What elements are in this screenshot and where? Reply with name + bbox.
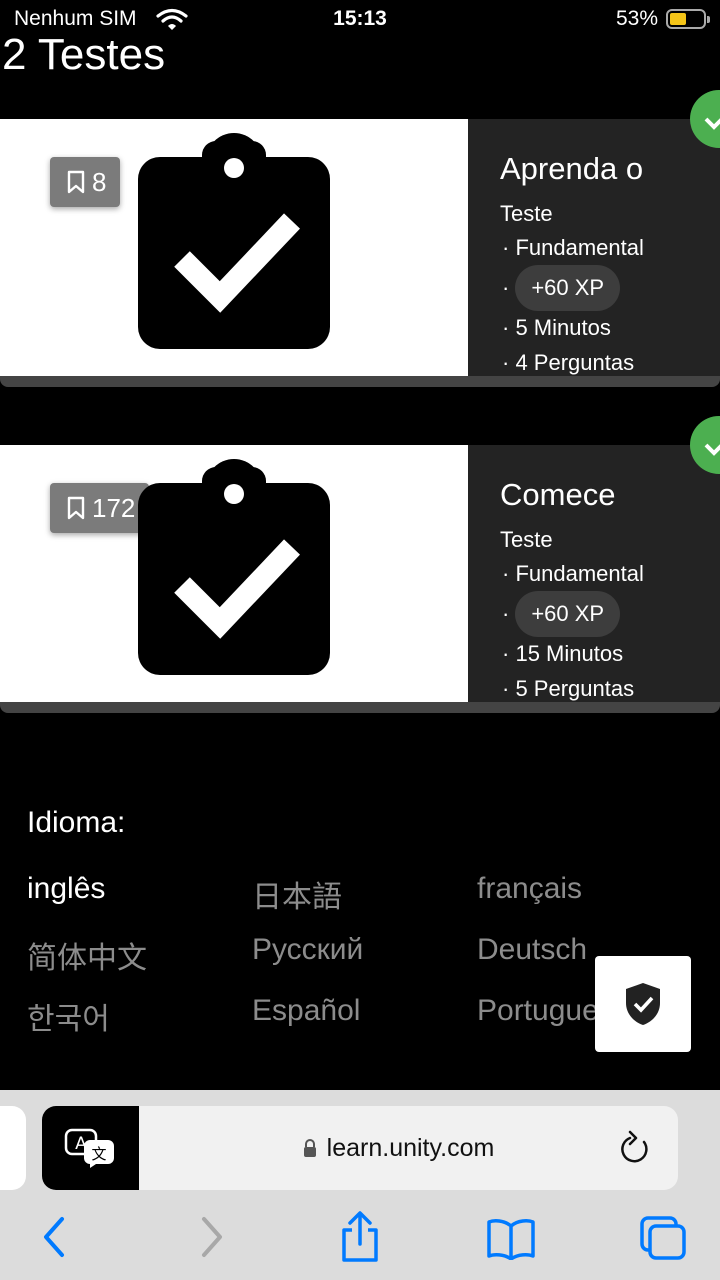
forward-icon[interactable]	[196, 1215, 226, 1259]
card-duration: · 5 Minutos	[502, 315, 611, 340]
card-details[interactable]: Comece Teste · Fundamental · +60 XP · 15…	[468, 445, 720, 702]
clock: 15:13	[333, 7, 387, 30]
language-option[interactable]: français	[477, 872, 582, 906]
card-type: Teste	[500, 527, 553, 552]
card-duration: · 15 Minutos	[502, 641, 624, 666]
lock-icon	[303, 1139, 316, 1157]
card-title[interactable]: Aprenda o	[500, 151, 643, 187]
card-questions: · 4 Perguntas	[502, 350, 635, 375]
language-option[interactable]: 日本語	[252, 872, 342, 916]
bookmark-badge[interactable]: 8	[50, 157, 121, 207]
quiz-card[interactable]: 8 Aprenda o Teste · Fundamental · +60 XP…	[0, 119, 720, 387]
completed-check-icon	[690, 90, 720, 148]
card-footer	[0, 702, 720, 713]
translate-button[interactable]: A 文	[42, 1106, 139, 1190]
card-type: Teste	[500, 201, 553, 226]
tabs-icon[interactable]	[638, 1214, 688, 1262]
previous-tab-preview[interactable]	[0, 1106, 26, 1190]
language-option[interactable]: Deutsch	[477, 933, 587, 967]
card-title[interactable]: Comece	[500, 477, 615, 513]
card-thumbnail[interactable]: 172	[0, 445, 468, 702]
xp-pill: +60 XP	[515, 591, 621, 637]
bookmark-badge[interactable]: 172	[50, 483, 150, 533]
share-icon[interactable]	[338, 1210, 382, 1264]
bookmark-count: 8	[92, 166, 107, 197]
bookmark-count: 172	[92, 492, 136, 523]
battery-percent: 53%	[615, 7, 658, 30]
svg-text:文: 文	[91, 1145, 106, 1163]
language-option[interactable]: 한국어	[27, 994, 110, 1038]
card-details[interactable]: Aprenda o Teste · Fundamental · +60 XP ·…	[468, 119, 720, 376]
card-questions: · 5 Perguntas	[502, 676, 635, 701]
card-level: · Fundamental	[502, 235, 644, 260]
language-option[interactable]: Portugue	[477, 994, 599, 1028]
language-option[interactable]: 简体中文	[27, 933, 147, 977]
translate-icon: A 文	[64, 1128, 114, 1168]
quiz-card[interactable]: 172 Comece Teste · Fundamental · +60 XP …	[0, 445, 720, 713]
privacy-shield-button[interactable]	[595, 956, 691, 1052]
language-option[interactable]: inglês	[27, 872, 105, 906]
language-label: Idioma:	[27, 806, 126, 839]
shield-check-icon	[626, 983, 660, 1025]
bookmark-icon	[67, 170, 85, 194]
address-bar[interactable]: A 文 learn.unity.com	[42, 1106, 678, 1190]
book-icon[interactable]	[486, 1218, 536, 1260]
card-xp-row: · +60 XP	[502, 265, 621, 311]
bookmark-icon	[67, 496, 85, 520]
card-level: · Fundamental	[502, 561, 644, 586]
reload-icon[interactable]	[618, 1130, 652, 1166]
language-option[interactable]: Русский	[252, 933, 363, 967]
page-title: 2 Testes	[2, 30, 166, 79]
clipboard-check-icon	[138, 133, 330, 349]
url-field[interactable]: learn.unity.com	[139, 1106, 678, 1190]
card-thumbnail[interactable]: 8	[0, 119, 468, 376]
card-xp-row: · +60 XP	[502, 591, 621, 637]
completed-check-icon	[690, 416, 720, 474]
url-text[interactable]: learn.unity.com	[327, 1134, 495, 1163]
card-footer	[0, 376, 720, 387]
back-icon[interactable]	[40, 1215, 70, 1259]
battery-icon	[666, 9, 710, 29]
xp-pill: +60 XP	[515, 265, 621, 311]
clipboard-check-icon	[138, 459, 330, 675]
language-option[interactable]: Español	[252, 994, 360, 1028]
